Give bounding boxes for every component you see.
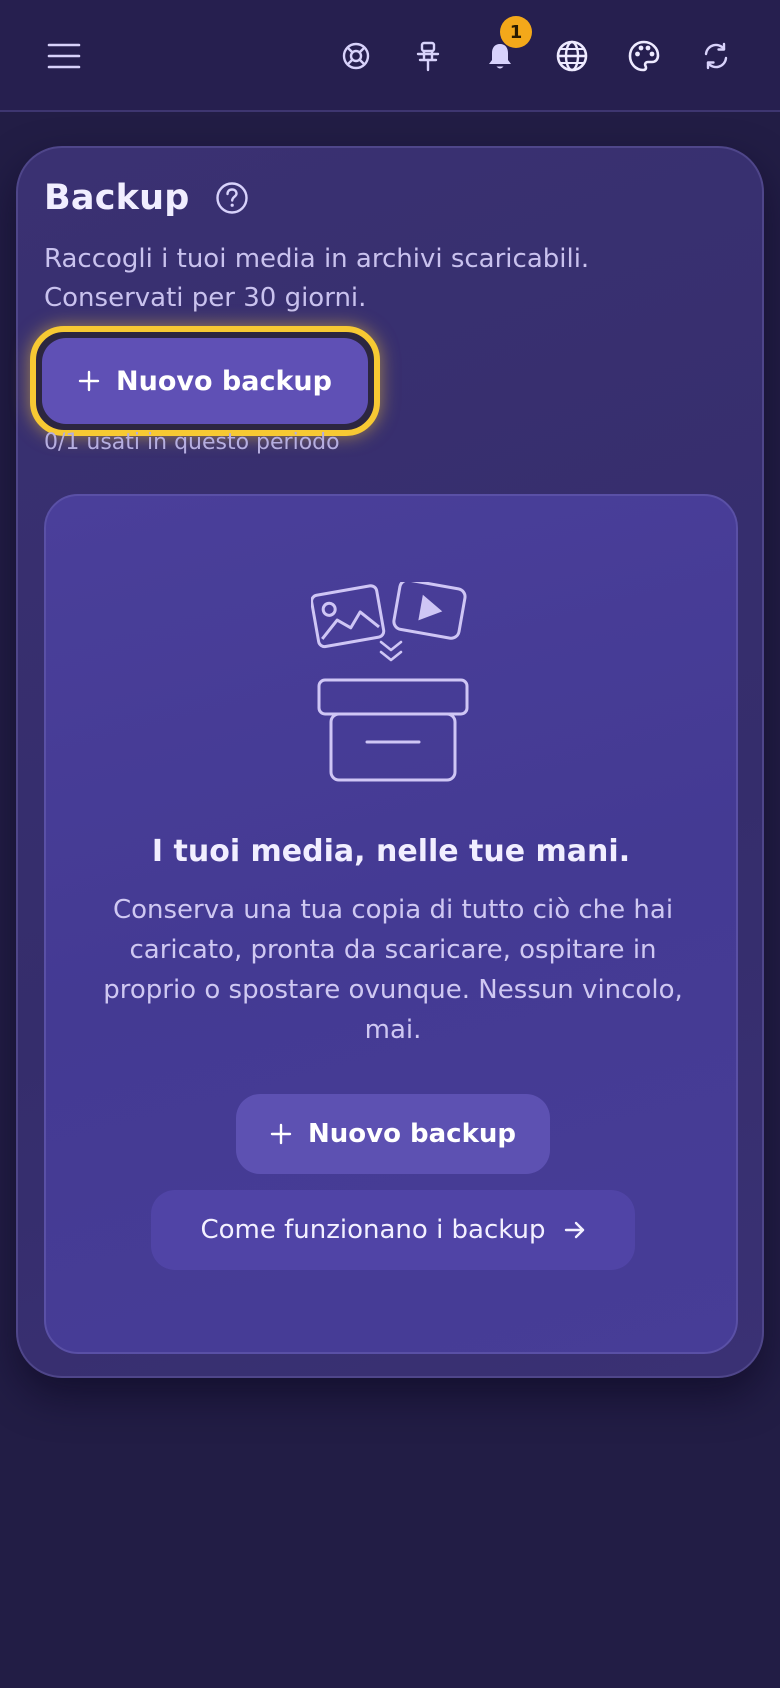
menu-icon <box>47 43 81 69</box>
empty-new-backup-button[interactable]: Nuovo backup <box>236 1094 550 1174</box>
support-button[interactable] <box>328 28 384 84</box>
lifebuoy-icon <box>342 42 370 70</box>
plus-icon <box>270 1123 292 1145</box>
theme-button[interactable] <box>616 28 672 84</box>
focus-ring: Nuovo backup <box>30 326 380 436</box>
empty-state-body: Conserva una tua copia di tutto ciò che … <box>103 895 683 1045</box>
menu-button[interactable] <box>36 28 92 84</box>
language-button[interactable] <box>544 28 600 84</box>
pin-icon <box>416 41 440 72</box>
refresh-button[interactable] <box>688 28 744 84</box>
how-backups-work-button[interactable]: Come funzionano i backup <box>151 1190 635 1270</box>
empty-state-title: I tuoi media, nelle tue mani. <box>151 834 631 869</box>
notifications-button[interactable]: 1 <box>472 16 532 84</box>
how-backups-work-label: Come funzionano i backup <box>200 1215 546 1245</box>
help-button[interactable] <box>214 180 250 216</box>
page-title: Backup <box>44 178 190 218</box>
notification-badge: 1 <box>500 16 532 48</box>
card-description: Raccogli i tuoi media in archivi scarica… <box>44 244 590 313</box>
empty-new-backup-label: Nuovo backup <box>308 1119 516 1149</box>
new-backup-label: Nuovo backup <box>116 365 332 397</box>
empty-state-panel: I tuoi media, nelle tue mani. Conserva u… <box>44 494 738 1354</box>
media-archive-illustration-icon <box>311 582 469 782</box>
plus-icon <box>78 370 100 392</box>
question-circle-icon <box>215 182 248 214</box>
new-backup-button[interactable]: Nuovo backup <box>42 338 368 424</box>
backup-card: Backup Raccogli i tuoi media in archivi … <box>16 146 764 1378</box>
refresh-icon <box>704 42 728 70</box>
arrow-right-icon <box>564 1220 586 1240</box>
usage-counter: 0/1 usati in questo periodo <box>44 430 340 455</box>
card-header: Backup <box>44 178 250 218</box>
pin-button[interactable] <box>400 28 456 84</box>
palette-icon <box>628 40 660 72</box>
top-bar: 1 <box>0 0 780 112</box>
globe-icon <box>556 40 588 72</box>
